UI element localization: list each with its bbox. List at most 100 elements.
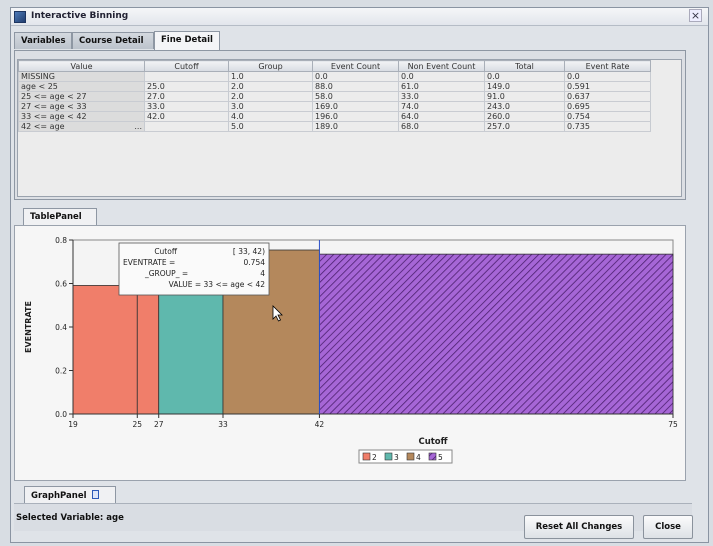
cell-group: 1.0 (228, 71, 313, 82)
cell-total: 0.0 (484, 71, 565, 82)
y-tick-label: 0.8 (55, 236, 67, 245)
tab-course-detail[interactable]: Course Detail (72, 32, 154, 49)
x-tick-label: 33 (218, 420, 228, 429)
y-axis-label: EVENTRATE (24, 301, 33, 353)
tab-variables[interactable]: Variables (14, 32, 72, 49)
fine-detail-panel: Value Cutoff Group Event Count Non Event… (14, 50, 686, 200)
x-tick-label: 42 (315, 420, 325, 429)
cell-group: 4.0 (228, 111, 313, 122)
column-header-value[interactable]: Value (18, 60, 145, 72)
binning-table-container: Value Cutoff Group Event Count Non Event… (17, 59, 682, 197)
cell-cutoff[interactable]: 33.0 (144, 101, 229, 112)
legend-label-5: 5 (438, 453, 443, 462)
close-button[interactable]: Close (643, 515, 693, 539)
bar-5 (319, 253, 674, 415)
cell-event-rate: 0.637 (564, 91, 651, 102)
cell-group: 2.0 (228, 91, 313, 102)
graph-panel-label: GraphPanel (31, 491, 87, 501)
cell-value: 25 <= age < 27 (18, 91, 145, 102)
cell-value: 42 <= age... (18, 121, 145, 132)
cell-total: 243.0 (484, 101, 565, 112)
window-title: Interactive Binning (31, 11, 129, 21)
cell-group: 3.0 (228, 101, 313, 112)
reset-all-changes-button[interactable]: Reset All Changes (524, 515, 634, 539)
tab-graph-panel[interactable]: GraphPanel (24, 486, 116, 503)
x-tick-label: 75 (668, 420, 678, 429)
cell-event-count: 189.0 (312, 121, 399, 132)
cell-value: MISSING (18, 71, 145, 82)
cell-non-event-count: 0.0 (398, 71, 485, 82)
legend-label-2: 2 (372, 453, 377, 462)
column-header-total[interactable]: Total (484, 60, 565, 72)
cell-value: 33 <= age < 42 (18, 111, 145, 122)
y-tick-label: 0.2 (55, 367, 67, 376)
column-header-group[interactable]: Group (228, 60, 313, 72)
column-header-event-rate[interactable]: Event Rate (564, 60, 651, 72)
event-rate-chart[interactable]: 0.00.20.40.60.819 25 27 33 42 75CutoffEVENTRA… (15, 226, 685, 480)
cell-total: 257.0 (484, 121, 565, 132)
cell-event-rate: 0.695 (564, 101, 651, 112)
y-tick-label: 0.4 (55, 323, 67, 332)
cell-group: 5.0 (228, 121, 313, 132)
table-row[interactable]: age < 25 25.0 2.0 88.0 61.0 149.0 0.591 (18, 81, 651, 92)
cell-cutoff[interactable] (144, 71, 229, 82)
legend-swatch-3 (384, 452, 393, 461)
cell-total: 149.0 (484, 81, 565, 92)
selected-variable-label: Selected Variable: age (16, 513, 124, 523)
table-row[interactable]: MISSING 1.0 0.0 0.0 0.0 0.0 (18, 71, 651, 82)
x-tick-label: 27 (154, 420, 164, 429)
x-tick-label: 25 (133, 420, 143, 429)
cell-event-count: 0.0 (312, 71, 399, 82)
column-header-event-count[interactable]: Event Count (312, 60, 399, 72)
graph-panel: 0.0 0.2 0.4 0.6 0.8 19 25 27 33 42 75 Cutoff EVENTRA… (14, 225, 686, 481)
column-header-non-event-count[interactable]: Non Event Count (398, 60, 485, 72)
y-tick-label: 0.0 (55, 410, 67, 419)
tab-table-panel[interactable]: TablePanel (23, 208, 97, 225)
table-row[interactable]: 27 <= age < 33 33.0 3.0 169.0 74.0 243.0… (18, 101, 651, 112)
cell-event-rate: 0.0 (564, 71, 651, 82)
tooltip-cutoff-value: [ 33, 42) (233, 247, 265, 256)
cell-cutoff[interactable] (144, 121, 229, 132)
cell-cutoff[interactable]: 42.0 (144, 111, 229, 122)
title-bar[interactable]: Interactive Binning × (11, 8, 708, 26)
cell-cutoff[interactable]: 27.0 (144, 91, 229, 102)
legend-label-4: 4 (416, 453, 421, 462)
legend-label-3: 3 (394, 453, 399, 462)
tooltip-eventrate-value: 0.754 (244, 258, 266, 267)
cell-value-text: 42 <= age (21, 122, 65, 131)
legend-swatch-4 (406, 452, 415, 461)
cell-value: 27 <= age < 33 (18, 101, 145, 112)
table-row[interactable]: 25 <= age < 27 27.0 2.0 58.0 33.0 91.0 0… (18, 91, 651, 102)
table-row[interactable]: 42 <= age... 5.0 189.0 68.0 257.0 0.735 (18, 121, 651, 132)
cell-event-count: 169.0 (312, 101, 399, 112)
close-window-icon[interactable]: × (689, 9, 702, 22)
ellipsis-button[interactable]: ... (134, 122, 142, 131)
x-axis-label: Cutoff (418, 437, 447, 447)
cell-event-count: 196.0 (312, 111, 399, 122)
tooltip-group-value: 4 (260, 269, 265, 278)
tab-fine-detail[interactable]: Fine Detail (154, 31, 220, 50)
cell-cutoff[interactable]: 25.0 (144, 81, 229, 92)
cell-event-count: 88.0 (312, 81, 399, 92)
cell-group: 2.0 (228, 81, 313, 92)
tooltip-group-label: _GROUP_ = (144, 269, 188, 278)
column-header-cutoff[interactable]: Cutoff (144, 60, 229, 72)
tooltip-cutoff-label: Cutoff (154, 247, 178, 256)
cell-total: 91.0 (484, 91, 565, 102)
x-tick-label: 19 (68, 420, 78, 429)
graph-panel-icon (92, 490, 100, 499)
cell-event-rate: 0.735 (564, 121, 651, 132)
cell-event-rate: 0.591 (564, 81, 651, 92)
bar-2 (136, 275, 160, 415)
cell-value: age < 25 (18, 81, 145, 92)
cell-non-event-count: 33.0 (398, 91, 485, 102)
app-icon (14, 11, 26, 23)
cell-non-event-count: 61.0 (398, 81, 485, 92)
cell-event-rate: 0.754 (564, 111, 651, 122)
legend-swatch-2 (362, 452, 371, 461)
tooltip-eventrate-label: EVENTRATE = (123, 258, 175, 267)
table-row[interactable]: 33 <= age < 42 42.0 4.0 196.0 64.0 260.0… (18, 111, 651, 122)
y-tick-label: 0.6 (55, 280, 67, 289)
cell-non-event-count: 74.0 (398, 101, 485, 112)
cell-non-event-count: 68.0 (398, 121, 485, 132)
